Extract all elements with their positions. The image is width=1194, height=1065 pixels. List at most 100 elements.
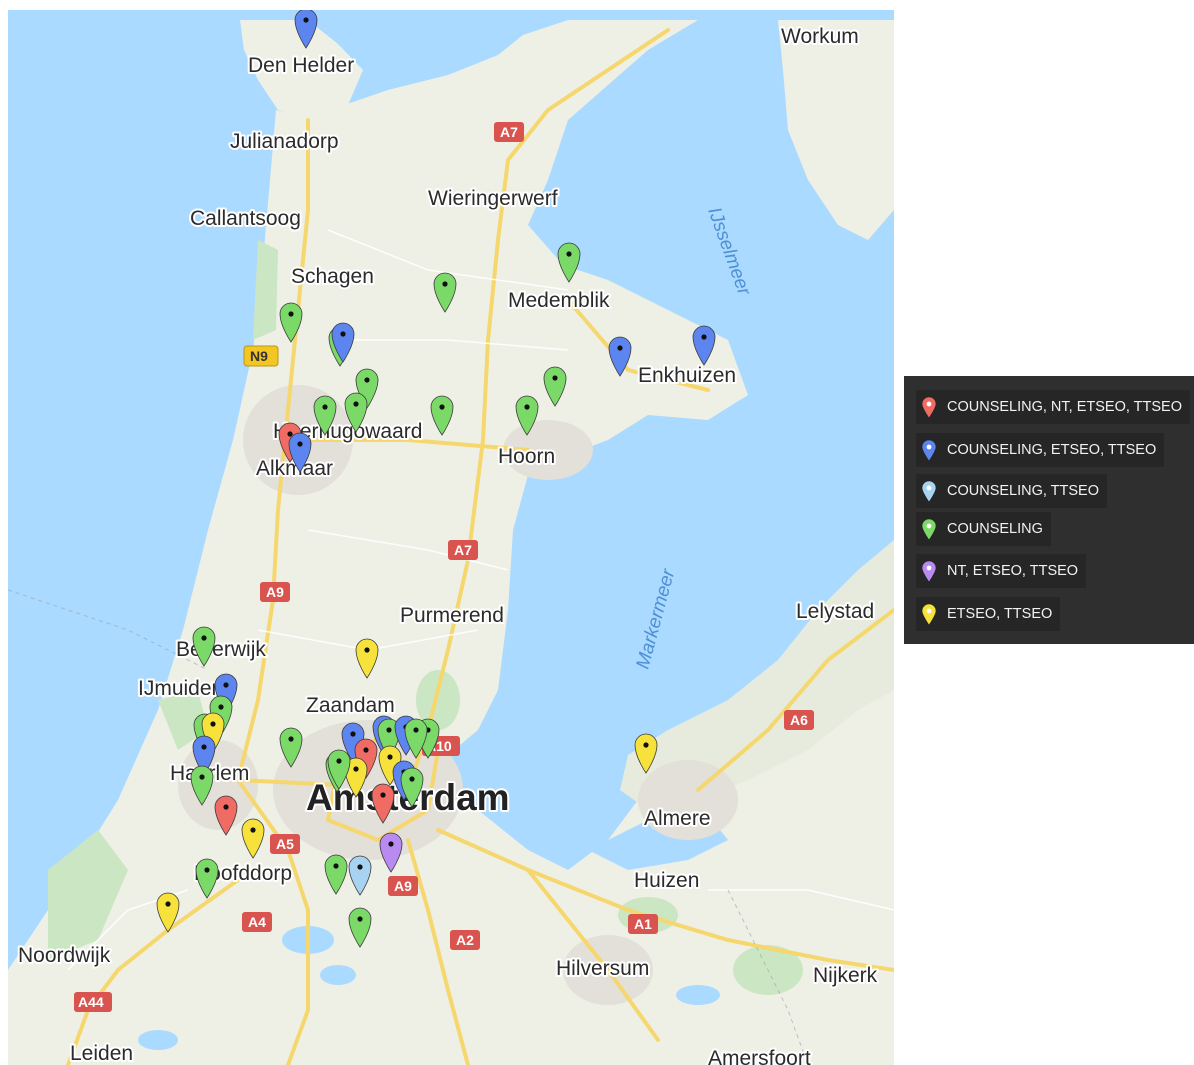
road-shield: N9: [243, 345, 279, 367]
place-label: Almere: [644, 807, 711, 830]
map-pin-dot: [303, 17, 309, 23]
map-pin-dot: [201, 744, 207, 750]
road-shield: A44: [74, 992, 112, 1012]
map-view[interactable]: IJsselmeer Markermeer Den Helder Workum …: [8, 10, 894, 1065]
svg-text:A5: A5: [276, 836, 294, 852]
place-label: Huizen: [634, 869, 699, 892]
map-pin-dot: [218, 704, 224, 710]
svg-text:A6: A6: [790, 712, 808, 728]
map-pin-icon: [921, 518, 937, 541]
map-pin-dot: [552, 375, 558, 381]
road-shield: A6: [784, 710, 814, 730]
lake-3: [138, 1030, 178, 1050]
map-pin-dot: [524, 404, 530, 410]
lake-2: [320, 965, 356, 985]
map-pin-dot: [353, 766, 359, 772]
place-label: Amersfoort: [708, 1047, 811, 1065]
legend-label: NT, ETSEO, TTSEO: [947, 563, 1079, 579]
map-pin-dot: [333, 863, 339, 869]
map-pin-dot: [210, 721, 216, 727]
legend-item[interactable]: ETSEO, TTSEO: [916, 597, 1061, 631]
map-pin-dot: [287, 431, 293, 437]
map-pin-dot: [409, 776, 415, 782]
place-label: Nijkerk: [813, 964, 878, 987]
map-pin-dot: [364, 377, 370, 383]
map-pin-dot: [363, 747, 369, 753]
place-label: Medemblik: [508, 289, 610, 312]
road-shield: A9: [260, 582, 290, 602]
map-pin-dot: [442, 281, 448, 287]
map-pin-dot: [288, 311, 294, 317]
map-pin-dot: [250, 827, 256, 833]
lake-4: [676, 985, 720, 1005]
place-label: Zaandam: [306, 694, 395, 717]
map-pin-icon: [921, 480, 937, 503]
map-pin-dot: [340, 331, 346, 337]
map-pin-icon: [921, 560, 937, 583]
map-pin-dot: [199, 774, 205, 780]
map-pin-dot: [357, 916, 363, 922]
road-shield: A9: [388, 876, 418, 896]
map-pin-dot: [353, 401, 359, 407]
map-pin-dot: [322, 404, 328, 410]
svg-text:A4: A4: [248, 914, 266, 930]
map-pin-dot: [357, 864, 363, 870]
map-pin-dot: [643, 742, 649, 748]
map-pin-dot: [297, 441, 303, 447]
place-label: Julianadorp: [230, 130, 339, 153]
place-label: Hoorn: [498, 445, 555, 468]
map-pin-dot: [364, 647, 370, 653]
svg-text:A7: A7: [500, 124, 518, 140]
map-pin-dot: [566, 251, 572, 257]
svg-text:A44: A44: [78, 994, 104, 1010]
svg-text:A1: A1: [634, 916, 652, 932]
road-shield: A7: [448, 540, 478, 560]
map-pin-icon: [921, 439, 937, 462]
map-pin-dot: [350, 731, 356, 737]
legend-item[interactable]: COUNSELING, TTSEO: [916, 474, 1108, 508]
legend-item[interactable]: COUNSELING, ETSEO, TTSEO: [916, 433, 1165, 467]
map-pin-dot: [223, 682, 229, 688]
legend-label: COUNSELING, NT, ETSEO, TTSEO: [947, 399, 1182, 415]
svg-text:A9: A9: [266, 584, 284, 600]
svg-text:A7: A7: [454, 542, 472, 558]
map-pin-dot: [165, 901, 171, 907]
place-label: Noordwijk: [18, 944, 111, 967]
place-label: Workum: [781, 25, 859, 48]
map-pin-dot: [223, 804, 229, 810]
map-pin-icon: [921, 603, 937, 626]
place-label: Callantsoog: [190, 207, 301, 230]
legend-item[interactable]: COUNSELING: [916, 512, 1051, 546]
road-shield: A5: [270, 834, 300, 854]
map-canvas: IJsselmeer Markermeer Den Helder Workum …: [8, 10, 894, 1065]
road-shield: A7: [494, 122, 524, 142]
legend-item[interactable]: NT, ETSEO, TTSEO: [916, 554, 1087, 588]
place-label: Wieringerwerf: [428, 187, 558, 210]
svg-text:A9: A9: [394, 878, 412, 894]
map-legend: COUNSELING, NT, ETSEO, TTSEO COUNSELING,…: [904, 376, 1194, 644]
map-pin-dot: [204, 867, 210, 873]
place-label: Purmerend: [400, 604, 504, 627]
map-pin-icon: [921, 396, 937, 419]
map-pin-dot: [388, 841, 394, 847]
road-shield: A2: [450, 930, 480, 950]
place-label: Schagen: [291, 265, 374, 288]
road-shield: A1: [628, 914, 658, 934]
place-label: Lelystad: [796, 600, 874, 623]
place-label: Hilversum: [556, 957, 649, 980]
legend-item[interactable]: COUNSELING, NT, ETSEO, TTSEO: [916, 390, 1190, 424]
map-pin-dot: [201, 635, 207, 641]
legend-label: COUNSELING: [947, 521, 1043, 537]
map-pin-dot: [439, 404, 445, 410]
place-label: Den Helder: [248, 54, 354, 77]
place-label: Beverwijk: [176, 638, 266, 661]
place-label: Leiden: [70, 1042, 133, 1065]
legend-label: ETSEO, TTSEO: [947, 606, 1053, 622]
svg-text:N9: N9: [250, 348, 268, 364]
map-pin-dot: [387, 754, 393, 760]
place-label: Enkhuizen: [638, 364, 736, 387]
map-pin-dot: [701, 334, 707, 340]
place-label: IJmuiden: [138, 677, 223, 700]
map-pin-dot: [617, 345, 623, 351]
road-shield: A4: [242, 912, 272, 932]
